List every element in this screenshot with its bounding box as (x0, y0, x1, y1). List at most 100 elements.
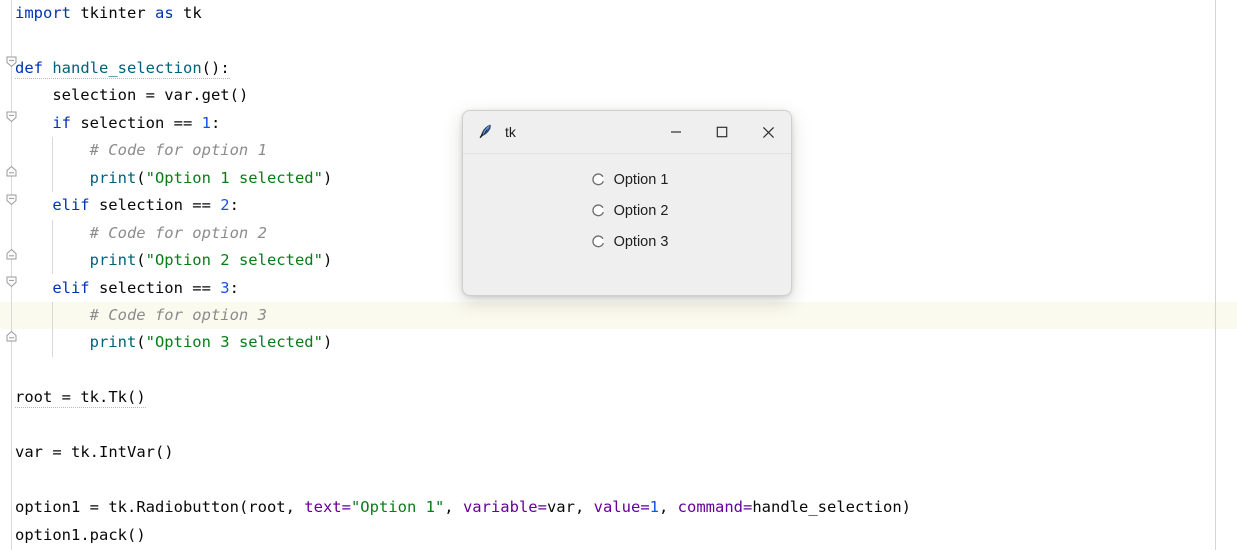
minimize-button[interactable] (653, 111, 699, 153)
code-token: "Option 1" (350, 498, 445, 517)
fold-expanded-icon[interactable] (4, 274, 19, 289)
code-line[interactable]: elif selection == 3: (15, 275, 239, 302)
code-token: command (677, 498, 743, 517)
radio-option-2[interactable]: Option 2 (463, 195, 791, 226)
code-token: "Option 3 selected" (145, 333, 323, 352)
code-token: if (52, 113, 71, 132)
code-line[interactable]: # Code for option 2 (15, 220, 267, 247)
fold-block-end-icon[interactable] (4, 247, 19, 262)
code-token: ( (136, 251, 146, 270)
code-line[interactable]: if selection == 1: (15, 110, 220, 137)
code-line[interactable]: # Code for option 3 (15, 302, 267, 329)
code-line[interactable]: def handle_selection(): (15, 55, 230, 82)
code-line-text: print("Option 1 selected") (90, 169, 333, 187)
code-line[interactable]: selection = var.get() (15, 82, 248, 109)
code-token: tkinter (71, 4, 155, 22)
close-button[interactable] (745, 111, 791, 153)
tk-window[interactable]: tk Option 1 Option 2 Option 3 (462, 110, 792, 296)
code-token: elif (52, 196, 90, 215)
code-line[interactable]: option1 = tk.Radiobutton(root, text="Opt… (15, 494, 911, 521)
code-line[interactable]: root = tk.Tk() (15, 384, 146, 411)
code-token: ( (136, 168, 146, 187)
code-line-text: import tkinter as tk (15, 4, 202, 22)
code-token: option1 = tk.Radiobutton(root, (15, 498, 305, 517)
code-token: # Code for option 1 (89, 141, 267, 160)
code-line-text: option1 = tk.Radiobutton(root, text="Opt… (15, 498, 911, 516)
code-token: "Option 1 selected" (145, 168, 323, 187)
code-token: variable (462, 498, 538, 517)
code-token: var = tk.IntVar() (15, 443, 174, 462)
radio-option-label: Option 1 (613, 171, 669, 188)
code-token: selection = var.get() (52, 86, 249, 105)
fold-expanded-icon[interactable] (4, 109, 19, 124)
code-token: value (593, 498, 641, 517)
code-token: selection == (89, 278, 221, 297)
code-line-text: option1.pack() (15, 526, 146, 544)
code-token: # Code for option 2 (89, 223, 267, 242)
code-token: print (89, 251, 137, 270)
code-token: : (210, 113, 221, 132)
code-line[interactable]: print("Option 2 selected") (15, 247, 333, 274)
fold-block-end-icon[interactable] (4, 329, 19, 344)
code-line-text: print("Option 2 selected") (90, 251, 333, 269)
code-token: root = tk.Tk() (15, 388, 146, 407)
code-token: 1 (649, 498, 659, 517)
code-token: print (89, 168, 137, 187)
code-line-text: # Code for option 3 (90, 306, 267, 324)
code-token: 2 (220, 196, 230, 215)
code-token: ( (136, 333, 146, 352)
radio-button-icon[interactable] (591, 235, 605, 248)
feather-icon (477, 123, 495, 141)
code-token: var (546, 498, 575, 517)
radio-option-label: Option 3 (613, 233, 669, 250)
code-line-text: elif selection == 3: (52, 279, 239, 297)
tk-window-controls (653, 111, 791, 153)
maximize-button[interactable] (699, 111, 745, 153)
code-line-text: elif selection == 2: (52, 196, 239, 214)
code-line[interactable]: import tkinter as tk (15, 0, 202, 27)
code-token: 1 (201, 113, 211, 132)
code-token: : (229, 278, 239, 297)
code-token: = (640, 498, 650, 517)
fold-block-end-icon[interactable] (4, 164, 19, 179)
tk-window-title: tk (505, 124, 516, 140)
code-token: ) (322, 251, 333, 270)
radio-button-icon[interactable] (591, 204, 605, 217)
code-token: = (743, 498, 753, 517)
code-line-text: print("Option 3 selected") (90, 333, 333, 351)
fold-expanded-icon[interactable] (4, 54, 19, 69)
radio-button-icon[interactable] (591, 173, 605, 186)
radio-option-1[interactable]: Option 1 (463, 164, 791, 195)
code-line[interactable]: print("Option 3 selected") (15, 329, 333, 356)
code-token: # Code for option 3 (89, 305, 267, 324)
code-token: 3 (220, 278, 230, 297)
right-margin-guide (1215, 0, 1216, 550)
code-line[interactable]: var = tk.IntVar() (15, 439, 174, 466)
code-line[interactable]: print("Option 1 selected") (15, 165, 333, 192)
code-line[interactable]: elif selection == 2: (15, 192, 239, 219)
code-token: tk (173, 4, 202, 22)
code-line-text: # Code for option 1 (90, 141, 267, 159)
fold-expanded-icon[interactable] (4, 192, 19, 207)
code-line-text: selection = var.get() (52, 86, 248, 104)
code-token: text (304, 498, 342, 517)
code-line[interactable]: # Code for option 1 (15, 137, 267, 164)
code-line-text: def handle_selection(): (15, 58, 230, 79)
code-line-text: root = tk.Tk() (15, 388, 146, 409)
code-token: handle_selection) (752, 498, 911, 517)
code-token: = (341, 498, 351, 517)
code-token: elif (52, 278, 90, 297)
code-token: selection == (89, 196, 221, 215)
code-token: : (229, 196, 239, 215)
code-token: option1.pack() (15, 525, 146, 544)
tk-titlebar[interactable]: tk (463, 111, 791, 154)
code-token: , (659, 498, 678, 517)
code-line[interactable]: option1.pack() (15, 522, 146, 549)
code-token: (): (201, 58, 230, 77)
code-fold-gutter[interactable] (0, 0, 20, 550)
radio-option-3[interactable]: Option 3 (463, 226, 791, 257)
code-token: print (89, 333, 137, 352)
code-token: "Option 2 selected" (145, 251, 323, 270)
code-line-text: if selection == 1: (52, 114, 220, 132)
